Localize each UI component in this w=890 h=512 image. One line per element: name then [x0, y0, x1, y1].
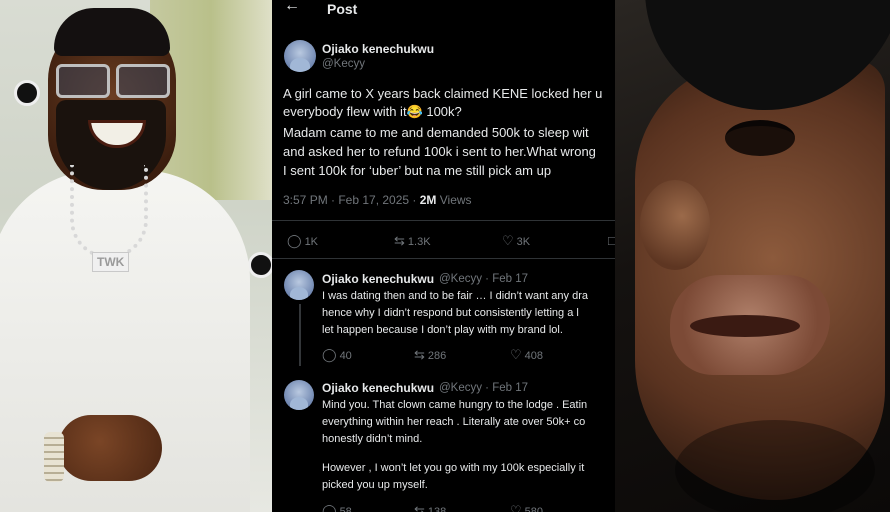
heart-icon: ♡	[502, 233, 514, 248]
author-name[interactable]: Ojiako kenechukwu	[322, 272, 434, 286]
view-count: 2M	[419, 193, 437, 207]
thread-line	[299, 304, 301, 366]
reply-text-line: picked you up myself.	[322, 479, 428, 491]
chain-necklace	[70, 165, 148, 259]
divider	[272, 258, 615, 259]
right-photo	[615, 0, 890, 512]
reply-text-line: hence why I didn’t respond but consisten…	[322, 307, 579, 319]
pendant: TWK	[92, 252, 130, 272]
reply-button[interactable]: ◯ 1K	[287, 233, 318, 249]
hand	[58, 415, 162, 481]
author-handle[interactable]: @Kecyy · Feb 17	[439, 382, 528, 394]
heart-icon: ♡	[510, 503, 522, 512]
views-label: Views	[439, 193, 472, 207]
repost-button[interactable]: ⇆ 1.3K	[394, 233, 431, 249]
repost-button[interactable]: ⇆ 138	[414, 503, 446, 512]
top-bar: ← Post	[272, 0, 615, 22]
repost-icon: ⇆	[394, 233, 405, 248]
reply-text-line: I was dating then and to be fair … I did…	[322, 290, 588, 302]
divider	[272, 220, 615, 221]
like-button[interactable]: ♡ 580	[510, 503, 543, 512]
back-arrow-icon[interactable]: ←	[284, 0, 300, 15]
reply-button[interactable]: ◯ 58	[322, 503, 352, 512]
wrist-watch	[44, 432, 64, 482]
author-handle[interactable]: @Kecyy	[322, 58, 365, 70]
reply-text-line: everything within her reach . Literally …	[322, 416, 586, 428]
author-handle[interactable]: @Kecyy · Feb 17	[439, 273, 528, 285]
tweet-text-line: and asked her to refund 100k i sent to h…	[283, 144, 596, 159]
avatar[interactable]	[284, 40, 316, 72]
nose	[640, 180, 710, 270]
sunglasses	[56, 64, 172, 98]
like-button[interactable]: ♡ 408	[510, 347, 543, 363]
reply-text-line: let happen because I don’t play with my …	[322, 324, 563, 336]
avatar[interactable]	[284, 380, 314, 410]
bookmark-icon: □	[608, 233, 615, 248]
shadow	[675, 420, 875, 512]
reply-button[interactable]: ◯ 40	[322, 347, 352, 363]
like-button[interactable]: ♡ 3K	[502, 233, 530, 249]
reply-icon: ◯	[287, 233, 302, 248]
reply-icon: ◯	[322, 347, 337, 362]
man-hair	[54, 8, 170, 56]
tweet-text-line: everybody flew with it😂 100k?	[283, 104, 462, 119]
repost-button[interactable]: ⇆ 286	[414, 347, 446, 363]
tweet-text-line: I sent 100k for ‘uber’ but na me still p…	[283, 163, 552, 178]
repost-icon: ⇆	[414, 347, 425, 362]
tweet-timestamp[interactable]: 3:57 PM · Feb 17, 2025 ·	[283, 193, 416, 207]
bookmark-button[interactable]: □	[608, 233, 615, 248]
left-photo: TWK	[0, 0, 272, 512]
wall-speaker	[14, 80, 40, 106]
eye	[725, 120, 795, 156]
reply-icon: ◯	[322, 503, 337, 512]
author-name[interactable]: Ojiako kenechukwu	[322, 381, 434, 395]
author-name[interactable]: Ojiako kenechukwu	[322, 42, 434, 56]
reply-text-line: However , I won’t let you go with my 100…	[322, 462, 585, 474]
tweet-screenshot: ← Post Ojiako kenechukwu @Kecyy A girl c…	[272, 0, 615, 512]
avatar[interactable]	[284, 270, 314, 300]
reply-text-line: honestly didn’t mind.	[322, 433, 423, 445]
repost-icon: ⇆	[414, 503, 425, 512]
wall-speaker	[248, 252, 272, 278]
heart-icon: ♡	[510, 347, 522, 362]
tweet-text-line: Madam came to me and demanded 500k to sl…	[283, 125, 589, 140]
mouth	[690, 315, 800, 337]
tweet-text-line: A girl came to X years back claimed KENE…	[283, 86, 603, 101]
page-title: Post	[327, 1, 358, 17]
reply-text-line: Mind you. That clown came hungry to the …	[322, 399, 588, 411]
tweet-meta: 3:57 PM · Feb 17, 2025 · 2M Views	[283, 193, 472, 207]
